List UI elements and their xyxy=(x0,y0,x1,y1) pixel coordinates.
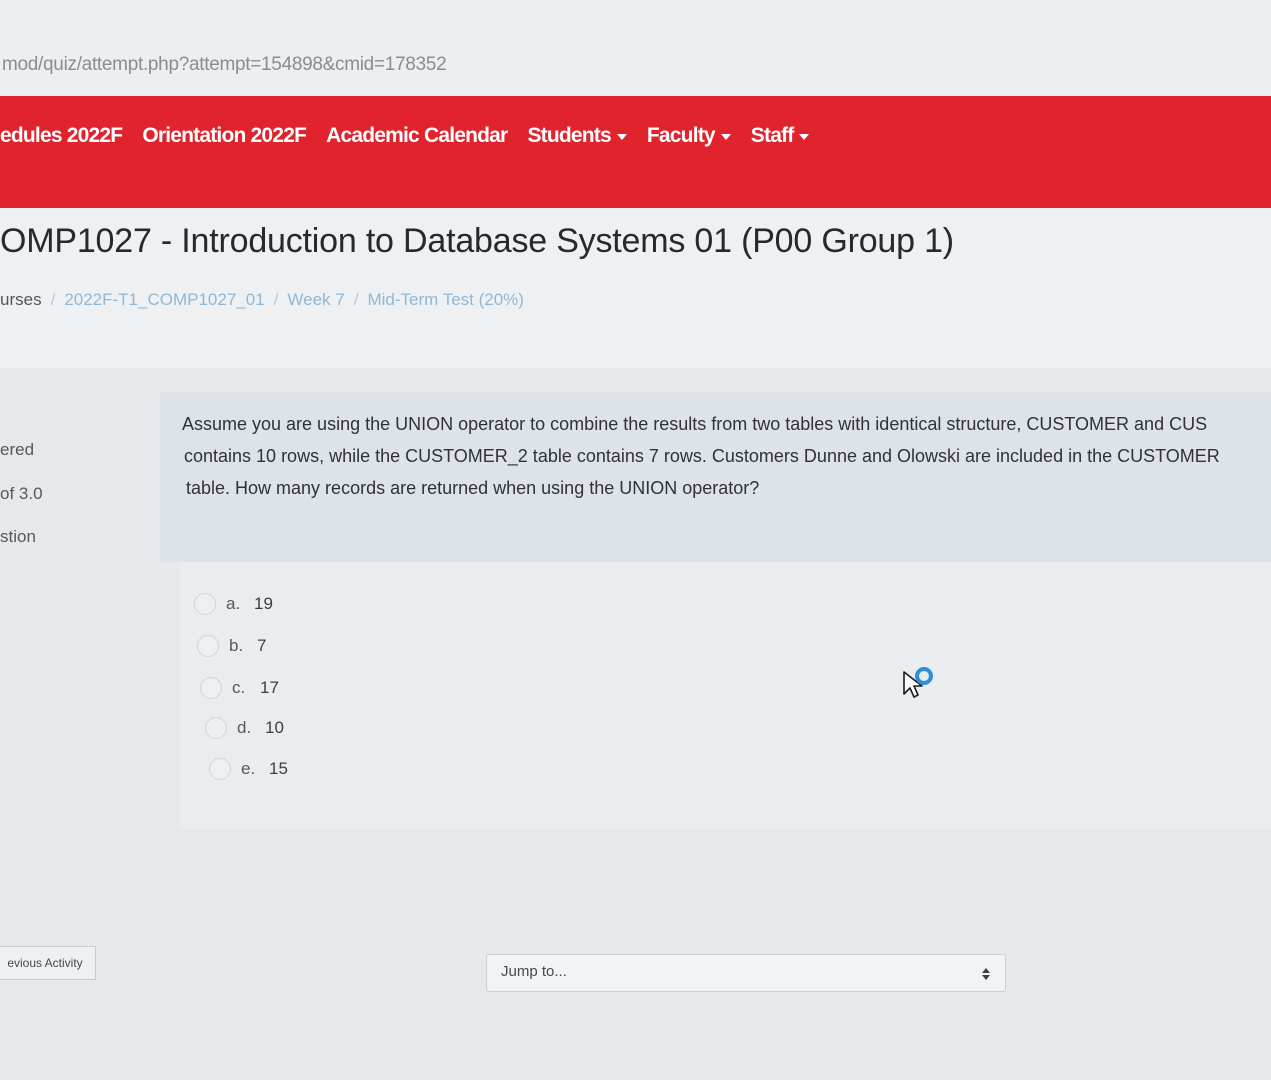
radio-button[interactable] xyxy=(194,593,216,615)
jump-to-placeholder: Jump to... xyxy=(501,963,567,980)
nav-item-orientation[interactable]: Orientation 2022F xyxy=(142,124,307,148)
answer-letter: e. xyxy=(241,759,256,778)
previous-activity-label: evious Activity xyxy=(7,956,83,970)
nav-item-students[interactable]: Students xyxy=(527,124,627,148)
answer-value: 15 xyxy=(269,759,288,778)
radio-button[interactable] xyxy=(209,758,231,780)
radio-button[interactable] xyxy=(200,677,222,699)
answer-value: 19 xyxy=(254,594,273,613)
answer-option-a[interactable]: a. 19 xyxy=(194,593,273,615)
answer-value: 17 xyxy=(260,678,279,697)
breadcrumb-week[interactable]: Week 7 xyxy=(287,290,344,310)
answer-option-d[interactable]: d. 10 xyxy=(205,717,284,739)
answer-option-c[interactable]: c. 17 xyxy=(200,677,279,699)
nav-item-schedules[interactable]: edules 2022F xyxy=(0,124,123,148)
breadcrumb-separator: / xyxy=(273,290,279,309)
caret-down-icon xyxy=(720,134,731,140)
nav-item-faculty[interactable]: Faculty xyxy=(647,124,731,148)
navbar-items: edules 2022F Orientation 2022F Academic … xyxy=(0,124,829,148)
answer-letter: d. xyxy=(237,718,252,737)
breadcrumb-quiz[interactable]: Mid-Term Test (20%) xyxy=(367,290,524,310)
previous-activity-link[interactable]: evious Activity xyxy=(0,946,96,980)
nav-item-academic-calendar[interactable]: Academic Calendar xyxy=(326,124,508,148)
breadcrumb-courses[interactable]: urses xyxy=(0,290,42,310)
breadcrumb-course[interactable]: 2022F-T1_COMP1027_01 xyxy=(64,290,264,310)
answer-value: 7 xyxy=(257,636,267,655)
radio-button[interactable] xyxy=(197,635,219,657)
nav-item-label: Faculty xyxy=(646,124,716,147)
question-state: ered xyxy=(0,440,35,459)
question-text: Assume you are using the UNION operator … xyxy=(182,408,1271,504)
caret-down-icon xyxy=(616,134,627,140)
url-text[interactable]: mod/quiz/attempt.php?attempt=154898&cmid… xyxy=(2,54,447,76)
caret-down-icon xyxy=(799,134,810,140)
answers-area xyxy=(180,562,1271,830)
nav-item-staff[interactable]: Staff xyxy=(751,124,810,148)
jump-to-select[interactable]: Jump to... xyxy=(486,954,1006,992)
mouse-cursor-icon xyxy=(902,664,938,705)
answer-letter: b. xyxy=(229,636,244,655)
breadcrumb-separator: / xyxy=(353,290,359,309)
flag-question-link[interactable]: stion xyxy=(0,527,36,547)
answer-letter: a. xyxy=(226,594,241,613)
question-line: Assume you are using the UNION operator … xyxy=(182,414,1208,434)
nav-item-label: Academic Calendar xyxy=(326,124,508,147)
answer-option-e[interactable]: e. 15 xyxy=(209,758,288,780)
answer-option-b[interactable]: b. 7 xyxy=(197,635,266,657)
question-line: table. How many records are returned whe… xyxy=(186,478,760,498)
breadcrumb-separator: / xyxy=(50,290,56,309)
answer-letter: c. xyxy=(232,678,246,697)
nav-item-label: edules 2022F xyxy=(0,124,123,147)
answer-value: 10 xyxy=(265,718,284,737)
nav-item-label: Orientation 2022F xyxy=(142,124,307,147)
nav-item-label: Staff xyxy=(750,124,794,147)
question-line: contains 10 rows, while the CUSTOMER_2 t… xyxy=(184,446,1220,466)
radio-button[interactable] xyxy=(205,717,227,739)
browser-url-bar[interactable]: mod/quiz/attempt.php?attempt=154898&cmid… xyxy=(0,0,1271,96)
breadcrumb: urses / 2022F-T1_COMP1027_01 / Week 7 / … xyxy=(0,290,524,310)
updown-arrows-icon xyxy=(982,968,990,980)
site-navbar xyxy=(0,96,1271,208)
nav-item-label: Students xyxy=(527,124,611,147)
question-marks: of 3.0 xyxy=(0,484,43,503)
page-title: OMP1027 - Introduction to Database Syste… xyxy=(0,222,954,260)
